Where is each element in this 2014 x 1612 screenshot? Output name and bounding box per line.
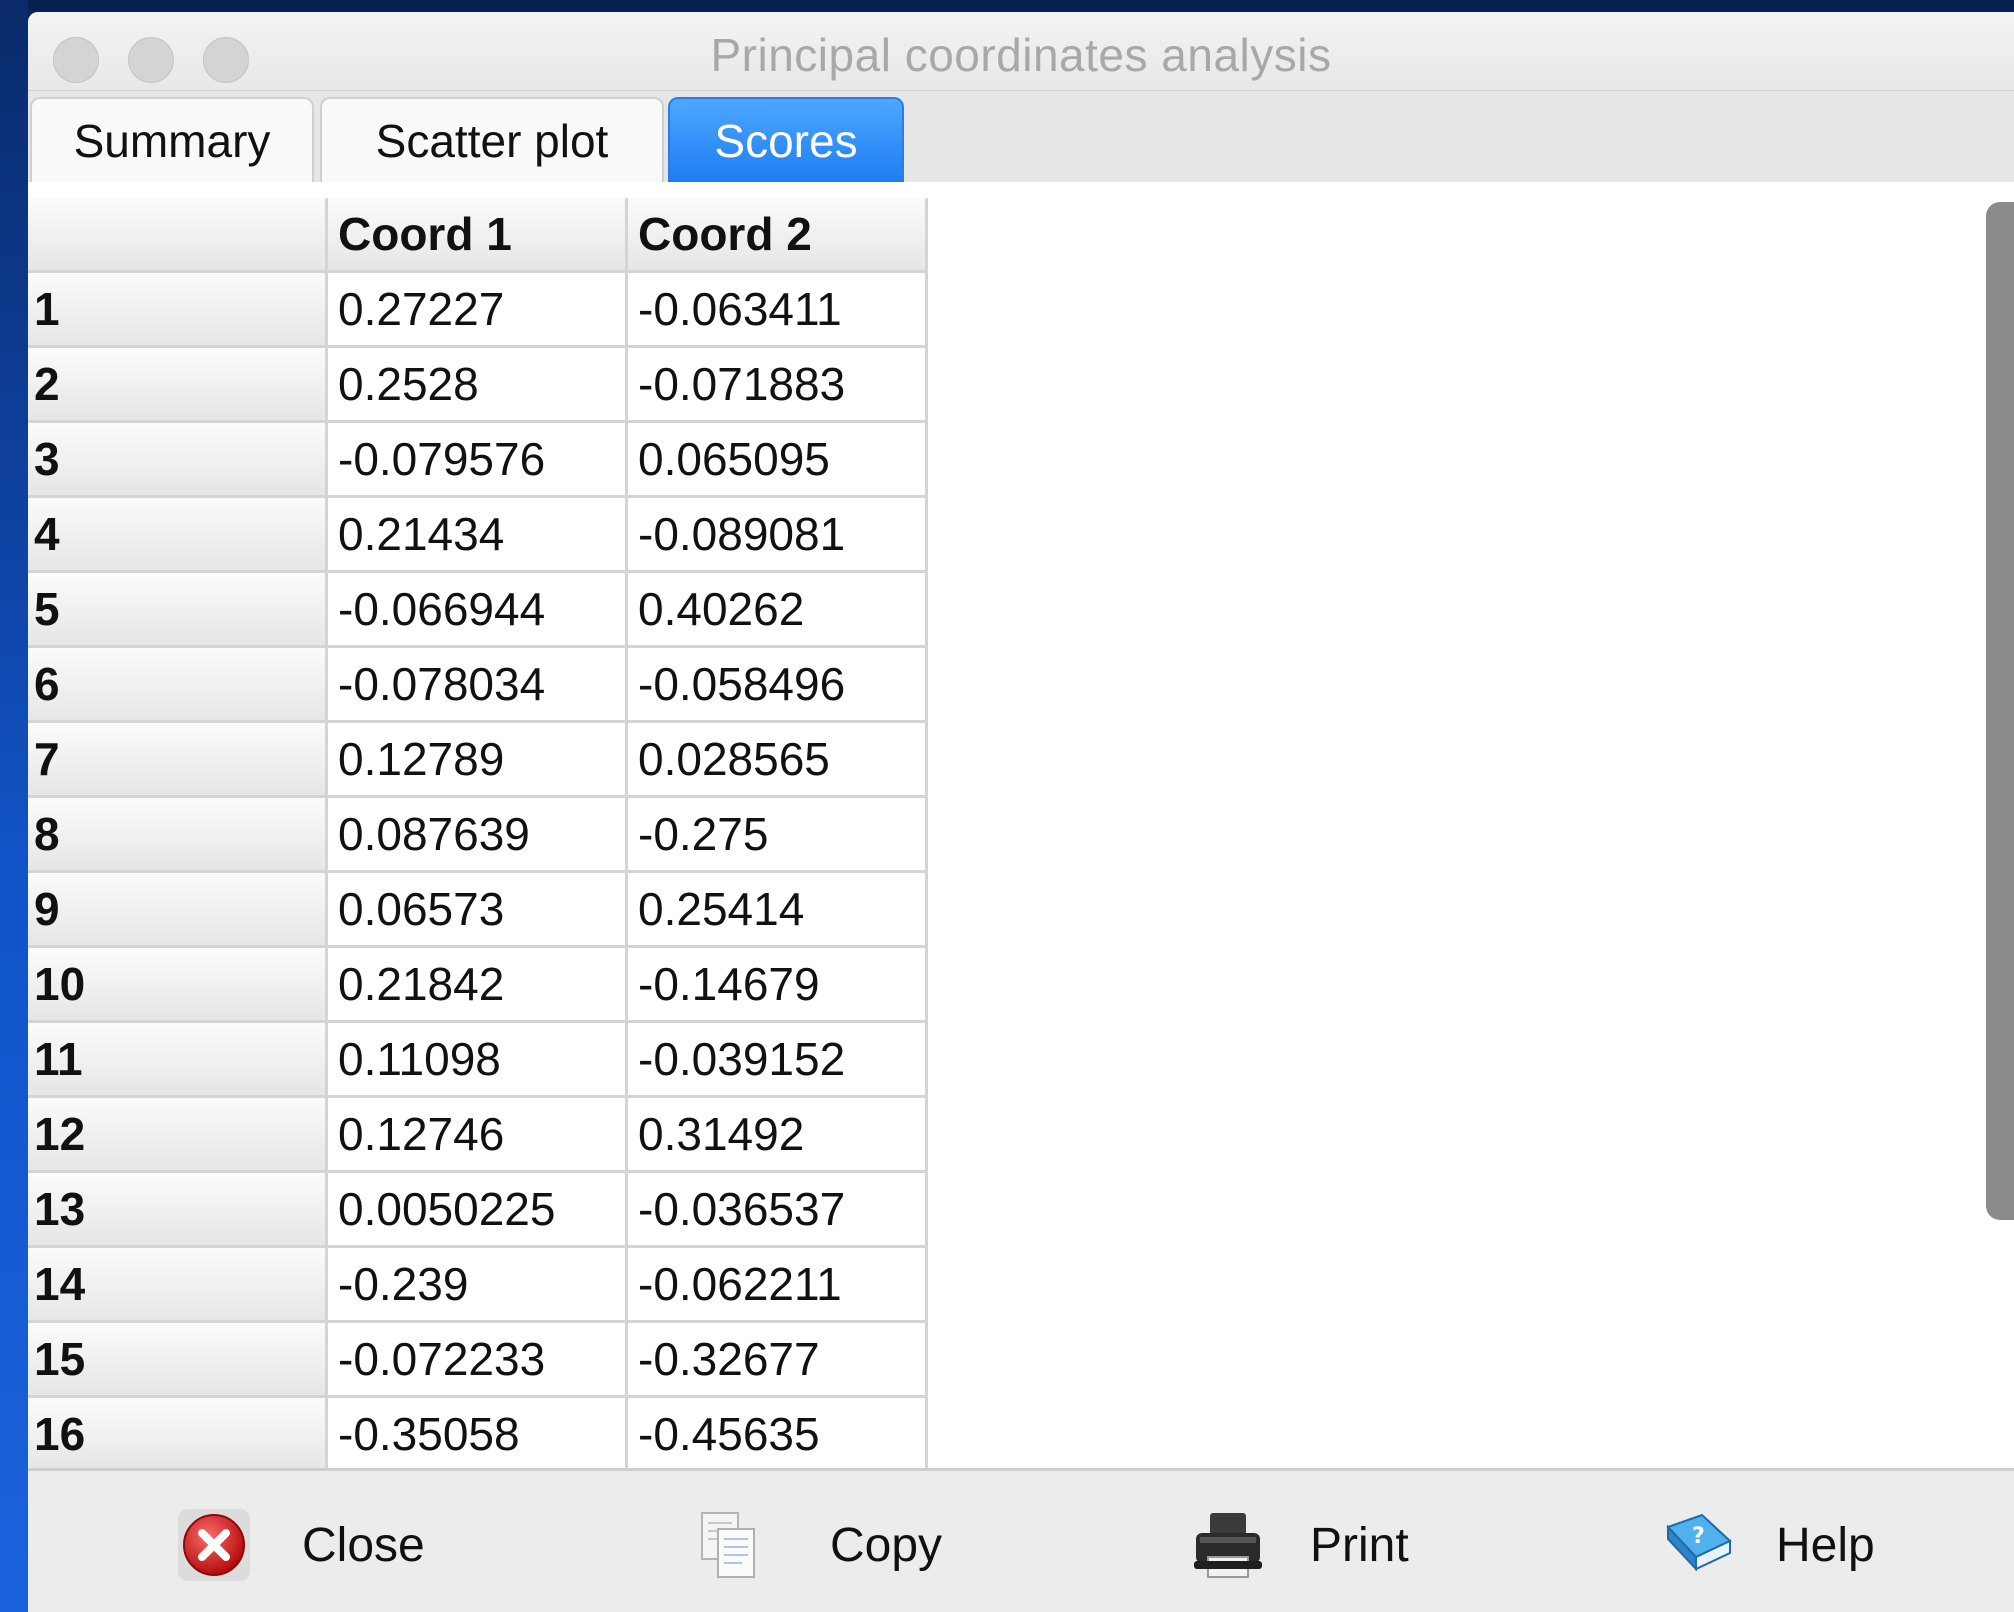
cell-coord-1[interactable]: 0.11098 [328,1023,628,1098]
title-bar: Principal coordinates analysis [28,12,2014,91]
table-row[interactable]: 15 -0.072233 -0.32677 [28,1323,928,1398]
cell-coord-1[interactable]: 0.087639 [328,798,628,873]
printer-icon [1194,1513,1262,1578]
cell-coord-1[interactable]: 0.21434 [328,498,628,573]
cell-coord-2[interactable]: 0.40262 [628,573,928,648]
copy-button[interactable]: Copy [688,1495,942,1595]
row-header[interactable]: 4 [28,498,328,573]
close-button-label: Close [302,1518,425,1572]
table-row[interactable]: 3 -0.079576 0.065095 [28,423,928,498]
cell-coord-2[interactable]: 0.25414 [628,873,928,948]
cell-coord-1[interactable]: 0.12746 [328,1098,628,1173]
table-row[interactable]: 11 0.11098 -0.039152 [28,1023,928,1098]
cell-coord-2[interactable]: -0.089081 [628,498,928,573]
window-title: Principal coordinates analysis [710,29,1332,81]
cell-coord-2[interactable]: -0.14679 [628,948,928,1023]
cell-coord-1[interactable]: 0.21842 [328,948,628,1023]
cell-coord-2[interactable]: -0.062211 [628,1248,928,1323]
table-row[interactable]: 12 0.12746 0.31492 [28,1098,928,1173]
cell-coord-1[interactable]: -0.066944 [328,573,628,648]
tab-bar: Summary Scatter plot Scores [28,91,2014,186]
row-header[interactable]: 10 [28,948,328,1023]
svg-text:?: ? [1692,1524,1705,1549]
row-header[interactable]: 14 [28,1248,328,1323]
row-header[interactable]: 3 [28,423,328,498]
button-bar: Close Copy Print ? Help [28,1468,2014,1612]
cell-coord-2[interactable]: -0.039152 [628,1023,928,1098]
cell-coord-2[interactable]: -0.063411 [628,273,928,348]
print-button-label: Print [1310,1518,1409,1572]
cell-coord-1[interactable]: 0.0050225 [328,1173,628,1248]
table-body: 1 0.27227 -0.063411 2 0.2528 -0.071883 3 -0.079… [28,273,928,1468]
table-row[interactable]: 16 -0.35058 -0.45635 [28,1398,928,1468]
table-row[interactable]: 14 -0.239 -0.062211 [28,1248,928,1323]
cell-coord-1[interactable]: -0.078034 [328,648,628,723]
cell-coord-2[interactable]: -0.275 [628,798,928,873]
cell-coord-1[interactable]: -0.072233 [328,1323,628,1398]
table-corner-cell [28,198,328,273]
row-header[interactable]: 8 [28,798,328,873]
help-button-label: Help [1776,1518,1875,1572]
row-header[interactable]: 7 [28,723,328,798]
table-row[interactable]: 4 0.21434 -0.089081 [28,498,928,573]
table-row[interactable]: 5 -0.066944 0.40262 [28,573,928,648]
row-header[interactable]: 15 [28,1323,328,1398]
help-book-icon: ? [1666,1513,1732,1572]
cell-coord-2[interactable]: 0.31492 [628,1098,928,1173]
row-header[interactable]: 11 [28,1023,328,1098]
tab-scores[interactable]: Scores [668,97,904,183]
table-row[interactable]: 6 -0.078034 -0.058496 [28,648,928,723]
close-icon [178,1509,250,1581]
print-button[interactable]: Print [1188,1495,1409,1595]
tab-scatter-plot[interactable]: Scatter plot [320,97,664,183]
cell-coord-1[interactable]: -0.079576 [328,423,628,498]
tab-summary[interactable]: Summary [30,97,314,183]
cell-coord-2[interactable]: 0.065095 [628,423,928,498]
cell-coord-2[interactable]: -0.036537 [628,1173,928,1248]
cell-coord-1[interactable]: 0.12789 [328,723,628,798]
cell-coord-1[interactable]: 0.27227 [328,273,628,348]
table-row[interactable]: 2 0.2528 -0.071883 [28,348,928,423]
row-header[interactable]: 12 [28,1098,328,1173]
row-header[interactable]: 16 [28,1398,328,1468]
cell-coord-2[interactable]: 0.028565 [628,723,928,798]
column-header-coord-2[interactable]: Coord 2 [628,198,928,273]
scores-table: Coord 1 Coord 2 1 0.27227 -0.063411 2 0.2528… [28,198,928,1468]
desktop-background [0,0,28,1612]
table-row[interactable]: 8 0.087639 -0.275 [28,798,928,873]
row-header[interactable]: 1 [28,273,328,348]
row-header[interactable]: 6 [28,648,328,723]
cell-coord-2[interactable]: -0.45635 [628,1398,928,1468]
table-header-row: Coord 1 Coord 2 [28,198,928,273]
cell-coord-1[interactable]: 0.06573 [328,873,628,948]
cell-coord-2[interactable]: -0.058496 [628,648,928,723]
cell-coord-1[interactable]: -0.239 [328,1248,628,1323]
table-row[interactable]: 1 0.27227 -0.063411 [28,273,928,348]
row-header[interactable]: 5 [28,573,328,648]
row-header[interactable]: 9 [28,873,328,948]
column-header-coord-1[interactable]: Coord 1 [328,198,628,273]
row-header[interactable]: 13 [28,1173,328,1248]
cell-coord-1[interactable]: 0.2528 [328,348,628,423]
row-header[interactable]: 2 [28,348,328,423]
vertical-scrollbar[interactable] [1986,202,2014,1220]
table-row[interactable]: 9 0.06573 0.25414 [28,873,928,948]
cell-coord-2[interactable]: -0.32677 [628,1323,928,1398]
copy-button-label: Copy [830,1518,943,1572]
scores-panel: Coord 1 Coord 2 1 0.27227 -0.063411 2 0.2528… [28,182,2014,1468]
close-button[interactable]: Close [174,1495,425,1595]
table-row[interactable]: 10 0.21842 -0.14679 [28,948,928,1023]
table-row[interactable]: 13 0.0050225 -0.036537 [28,1173,928,1248]
cell-coord-1[interactable]: -0.35058 [328,1398,628,1468]
cell-coord-2[interactable]: -0.071883 [628,348,928,423]
help-button[interactable]: ? Help [1658,1495,1875,1595]
pcoa-window: Principal coordinates analysis Summary S… [28,12,2014,1612]
copy-icon [701,1512,755,1578]
table-row[interactable]: 7 0.12789 0.028565 [28,723,928,798]
